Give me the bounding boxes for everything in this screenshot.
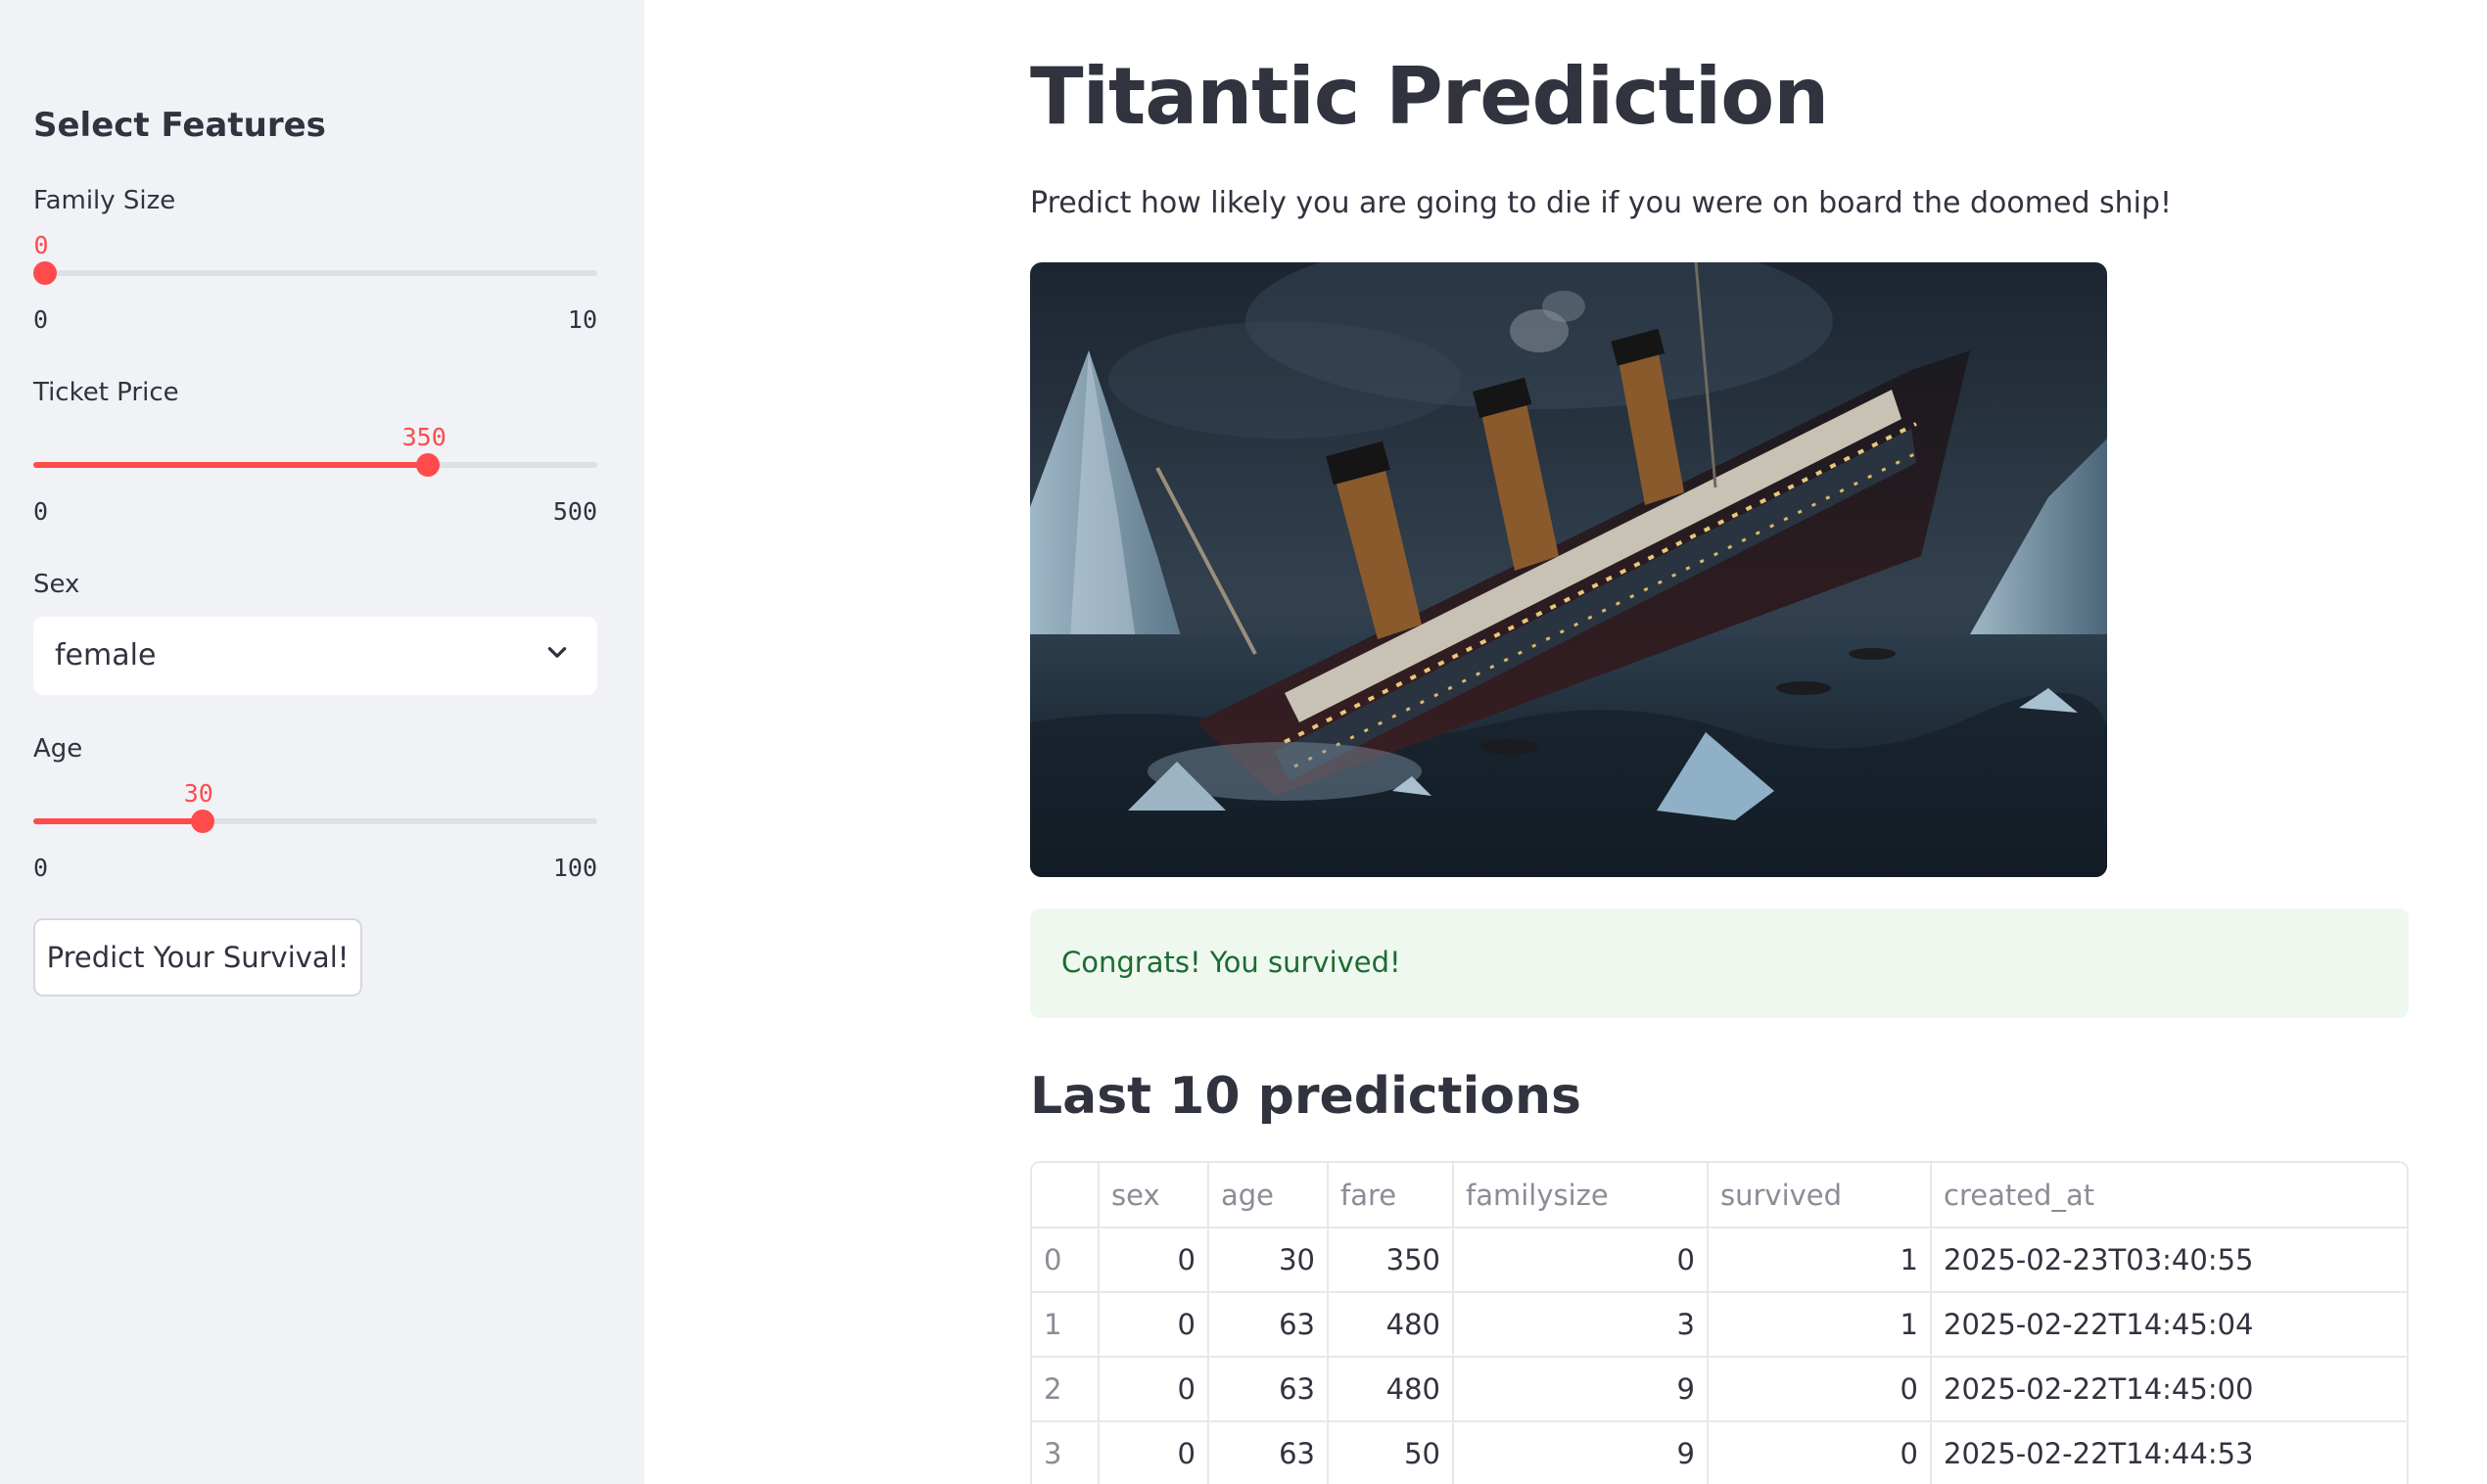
row-index-cell: 2 bbox=[1032, 1357, 1100, 1422]
age-max: 100 bbox=[552, 854, 597, 882]
column-header-fare[interactable]: fare bbox=[1328, 1163, 1454, 1229]
column-header-sex[interactable]: sex bbox=[1099, 1163, 1209, 1229]
ticket-price-fill bbox=[33, 462, 429, 468]
cell-created_at: 2025-02-22T14:45:00 bbox=[1931, 1357, 2407, 1422]
cell-created_at: 2025-02-22T14:44:53 bbox=[1931, 1421, 2407, 1484]
table-row[interactable]: 3 0 63 50 9 0 2025-02-22T14:44:53 bbox=[1032, 1421, 2407, 1484]
table-header-row: sex age fare familysize survived created_at bbox=[1032, 1163, 2407, 1229]
ticket-price-max: 500 bbox=[552, 497, 597, 526]
age-track[interactable] bbox=[33, 818, 597, 824]
column-header-created_at[interactable]: created_at bbox=[1931, 1163, 2407, 1229]
cell-sex: 0 bbox=[1099, 1357, 1209, 1422]
column-header-index[interactable] bbox=[1032, 1163, 1100, 1229]
age-value: 30 bbox=[183, 779, 213, 808]
cell-created_at: 2025-02-23T03:40:55 bbox=[1931, 1228, 2407, 1293]
cell-sex: 0 bbox=[1099, 1292, 1209, 1358]
ticket-price-track[interactable] bbox=[33, 462, 597, 468]
cell-age: 63 bbox=[1208, 1292, 1329, 1358]
family-size-min: 0 bbox=[33, 305, 49, 334]
sinking-ship-illustration bbox=[1030, 262, 2107, 877]
cell-survived: 0 bbox=[1708, 1421, 1932, 1484]
cell-created_at: 2025-02-22T14:45:04 bbox=[1931, 1292, 2407, 1358]
sidebar: Select Features Family Size 0 0 10 Ticke… bbox=[0, 0, 644, 1484]
column-header-familysize[interactable]: familysize bbox=[1453, 1163, 1709, 1229]
cell-survived: 1 bbox=[1708, 1228, 1932, 1293]
table-body: 0 0 30 350 0 1 2025-02-23T03:40:55 1 0 63 480 3 1 202… bbox=[1032, 1228, 2407, 1484]
cell-age: 63 bbox=[1208, 1421, 1329, 1484]
cell-sex: 0 bbox=[1099, 1421, 1209, 1484]
success-message: Congrats! You survived! bbox=[1061, 946, 1401, 979]
table-row[interactable]: 2 0 63 480 9 0 2025-02-22T14:45:00 bbox=[1032, 1357, 2407, 1422]
ticket-price-slider[interactable]: 350 0 500 bbox=[33, 423, 597, 550]
family-size-thumb[interactable] bbox=[33, 261, 57, 285]
sex-label: Sex bbox=[33, 570, 80, 599]
row-index-cell: 1 bbox=[1032, 1292, 1100, 1358]
page-title: Titantic Prediction bbox=[1030, 51, 1829, 142]
cell-familysize: 9 bbox=[1453, 1421, 1709, 1484]
cell-sex: 0 bbox=[1099, 1228, 1209, 1293]
predictions-table[interactable]: sex age fare familysize survived created_at 0… bbox=[1030, 1161, 2409, 1484]
sidebar-heading: Select Features bbox=[33, 106, 326, 145]
sex-select-value: female bbox=[55, 638, 157, 672]
cell-age: 30 bbox=[1208, 1228, 1329, 1293]
sex-select[interactable]: female bbox=[33, 617, 597, 695]
column-header-survived[interactable]: survived bbox=[1708, 1163, 1932, 1229]
family-size-slider[interactable]: 0 0 10 bbox=[33, 231, 597, 358]
ticket-price-thumb[interactable] bbox=[416, 453, 441, 477]
table-row[interactable]: 0 0 30 350 0 1 2025-02-23T03:40:55 bbox=[1032, 1228, 2407, 1293]
cell-survived: 0 bbox=[1708, 1357, 1932, 1422]
ticket-price-min: 0 bbox=[33, 497, 49, 526]
cell-familysize: 3 bbox=[1453, 1292, 1709, 1358]
ticket-price-label: Ticket Price bbox=[33, 378, 179, 407]
family-size-track[interactable] bbox=[33, 270, 597, 276]
app-window: Select Features Family Size 0 0 10 Ticke… bbox=[0, 0, 2487, 1484]
family-size-label: Family Size bbox=[33, 186, 176, 215]
age-thumb[interactable] bbox=[190, 810, 214, 833]
row-index-cell: 3 bbox=[1032, 1421, 1100, 1484]
cell-fare: 480 bbox=[1328, 1292, 1454, 1358]
cell-fare: 350 bbox=[1328, 1228, 1454, 1293]
age-slider[interactable]: 30 0 100 bbox=[33, 779, 597, 906]
page-subtitle: Predict how likely you are going to die … bbox=[1030, 186, 2173, 220]
row-index-cell: 0 bbox=[1032, 1228, 1100, 1293]
cell-fare: 480 bbox=[1328, 1357, 1454, 1422]
cell-age: 63 bbox=[1208, 1357, 1329, 1422]
family-size-value: 0 bbox=[33, 231, 49, 259]
column-header-age[interactable]: age bbox=[1208, 1163, 1329, 1229]
predictions-heading: Last 10 predictions bbox=[1030, 1067, 1581, 1126]
table-row[interactable]: 1 0 63 480 3 1 2025-02-22T14:45:04 bbox=[1032, 1292, 2407, 1358]
sinking-ship-image bbox=[1030, 262, 2107, 877]
chevron-down-icon bbox=[547, 647, 567, 658]
success-alert: Congrats! You survived! bbox=[1030, 908, 2409, 1018]
ticket-price-value: 350 bbox=[401, 423, 446, 451]
cell-familysize: 9 bbox=[1453, 1357, 1709, 1422]
age-min: 0 bbox=[33, 854, 49, 882]
predict-survival-button[interactable]: Predict Your Survival! bbox=[33, 918, 362, 997]
cell-familysize: 0 bbox=[1453, 1228, 1709, 1293]
cell-fare: 50 bbox=[1328, 1421, 1454, 1484]
cell-survived: 1 bbox=[1708, 1292, 1932, 1358]
family-size-max: 10 bbox=[567, 305, 597, 334]
age-fill bbox=[33, 818, 203, 824]
age-label: Age bbox=[33, 734, 83, 764]
